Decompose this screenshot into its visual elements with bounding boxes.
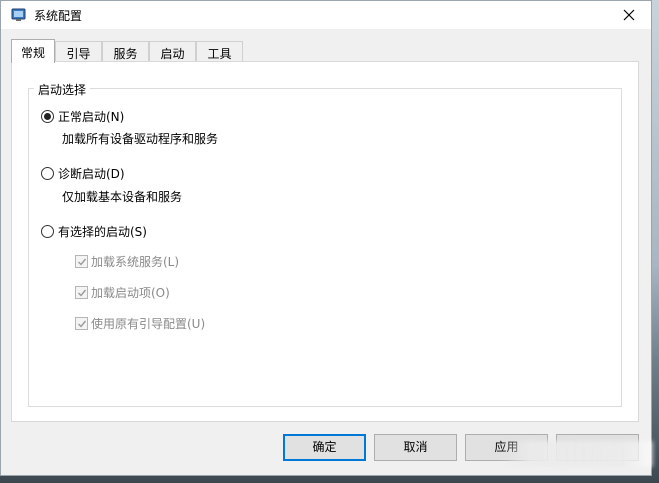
- cancel-button[interactable]: 取消: [374, 434, 457, 461]
- diagnostic-startup-description: 仅加载基本设备和服务: [62, 190, 183, 204]
- tab-boot[interactable]: 引导: [55, 41, 102, 62]
- title-bar: 系统配置: [1, 1, 651, 29]
- checkmark-icon: [75, 285, 88, 299]
- selective-startup-radio[interactable]: 有选择的启动(S): [41, 222, 147, 240]
- load-startup-items-label: 加载启动项(O): [91, 285, 170, 300]
- normal-startup-label: 正常启动(N): [58, 109, 125, 124]
- normal-startup-description: 加载所有设备驱动程序和服务: [62, 132, 219, 146]
- use-original-boot-config-label: 使用原有引导配置(U): [91, 316, 206, 331]
- tab-startup[interactable]: 启动: [149, 41, 196, 62]
- checkmark-icon: [75, 316, 88, 330]
- radio-unselected-icon: [41, 224, 54, 238]
- load-system-services-label: 加载系统服务(L): [91, 254, 180, 269]
- normal-startup-radio[interactable]: 正常启动(N): [41, 107, 124, 125]
- use-original-boot-config-checkbox[interactable]: 使用原有引导配置(U): [75, 315, 205, 331]
- close-icon: [623, 9, 635, 21]
- diagnostic-startup-label: 诊断启动(D): [58, 166, 125, 181]
- diagnostic-startup-radio[interactable]: 诊断启动(D): [41, 164, 125, 182]
- load-startup-items-checkbox[interactable]: 加载启动项(O): [75, 284, 170, 300]
- close-button[interactable]: [607, 1, 651, 29]
- startup-selection-legend: 启动选择: [34, 81, 91, 98]
- selective-startup-label: 有选择的启动(S): [58, 224, 147, 239]
- ok-button[interactable]: 确定: [283, 434, 366, 461]
- checkmark-icon: [75, 254, 88, 268]
- redaction-blur: [501, 441, 653, 467]
- tab-services[interactable]: 服务: [102, 41, 149, 62]
- window-title: 系统配置: [34, 9, 83, 23]
- tab-general[interactable]: 常规: [11, 39, 55, 63]
- radio-selected-icon: [41, 109, 54, 123]
- system-config-window: 系统配置 常规 引导 服务 启动 工具 启动选择 正常启动(N) 加载所有设备驱…: [0, 0, 653, 476]
- load-system-services-checkbox[interactable]: 加载系统服务(L): [75, 253, 179, 269]
- tab-tools[interactable]: 工具: [196, 41, 243, 62]
- general-tab-panel: 启动选择 正常启动(N) 加载所有设备驱动程序和服务 诊断启动(D) 仅加载基本…: [11, 61, 639, 422]
- radio-unselected-icon: [41, 166, 54, 180]
- msconfig-icon: [11, 7, 27, 23]
